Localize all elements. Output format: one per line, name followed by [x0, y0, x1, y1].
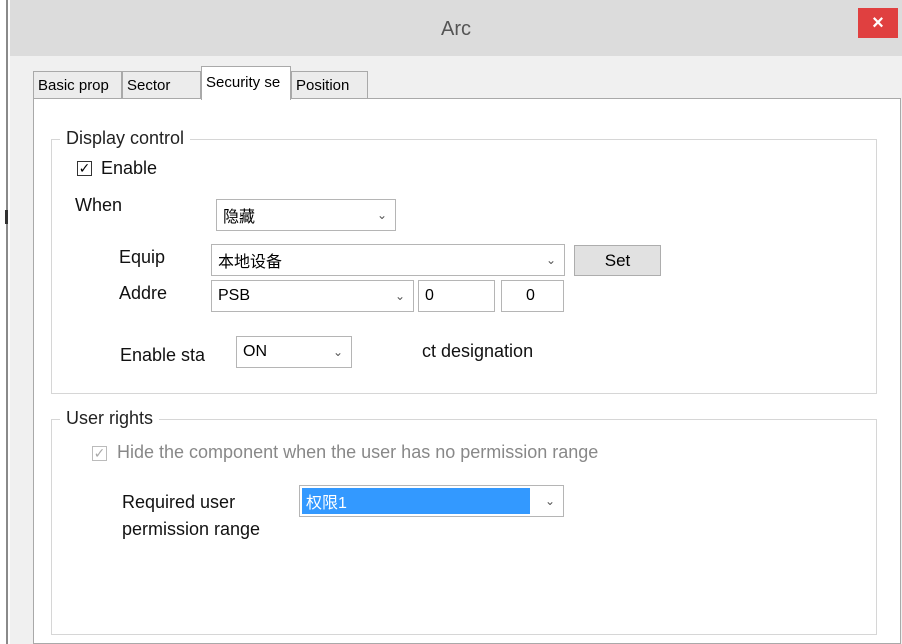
address-label: Addre — [119, 283, 168, 303]
required-permission-select[interactable]: 权限1 ⌄ — [299, 485, 564, 517]
enable-checkbox[interactable]: ✓ — [77, 161, 92, 176]
close-button[interactable]: × — [858, 8, 898, 38]
chevron-down-icon: ⌄ — [332, 345, 343, 359]
enable-label: Enable — [101, 158, 158, 178]
dialog-title: Arc — [441, 18, 471, 40]
required-permission-value: 权限1 — [302, 488, 530, 514]
address-input-1[interactable]: 0 — [418, 280, 495, 312]
when-select[interactable]: 隐藏 ⌄ — [216, 199, 396, 231]
chevron-down-icon: ⌄ — [545, 253, 556, 267]
set-button[interactable]: Set — [574, 245, 661, 276]
when-label: When — [75, 195, 123, 215]
equip-select[interactable]: 本地设备 ⌄ — [211, 244, 565, 276]
check-icon: ✓ — [93, 445, 106, 461]
bit-designation-text: ct designation — [422, 341, 534, 361]
tab-position[interactable]: Position — [291, 71, 368, 98]
enable-state-value: ON — [243, 343, 267, 360]
user-rights-title: User rights — [60, 408, 160, 429]
hide-component-checkbox[interactable]: ✓ — [92, 446, 107, 461]
hide-component-label: Hide the component when the user has no … — [117, 442, 599, 462]
arc-dialog: Arc × Basic prop Sector Security se Posi… — [10, 0, 902, 644]
tab-panel-security: Display control ✓ Enable When 隐藏 ⌄ Equip… — [33, 98, 901, 644]
equip-value: 本地设备 — [218, 254, 283, 271]
equip-label: Equip — [119, 247, 166, 267]
enable-state-label: Enable sta — [120, 345, 206, 365]
check-icon: ✓ — [78, 160, 91, 176]
when-value: 隐藏 — [223, 209, 256, 226]
chevron-down-icon: ⌄ — [544, 494, 555, 508]
background-window-edge — [0, 0, 8, 644]
tab-security-settings[interactable]: Security se — [201, 66, 291, 100]
address-type-select[interactable]: PSB ⌄ — [211, 280, 414, 312]
enable-state-select[interactable]: ON ⌄ — [236, 336, 352, 368]
chevron-down-icon: ⌄ — [376, 208, 387, 222]
tab-basic-properties[interactable]: Basic prop — [33, 71, 122, 98]
required-permission-label-line2: permission range — [122, 519, 261, 539]
address-input-2[interactable]: 0 — [501, 280, 564, 312]
chevron-down-icon: ⌄ — [394, 289, 405, 303]
background-window-mark — [5, 210, 8, 224]
title-bar[interactable]: Arc × — [10, 0, 902, 56]
display-control-title: Display control — [60, 128, 191, 149]
required-permission-label-line1: Required user — [122, 492, 236, 512]
tab-sector[interactable]: Sector — [122, 71, 201, 98]
address-type-value: PSB — [218, 287, 251, 304]
